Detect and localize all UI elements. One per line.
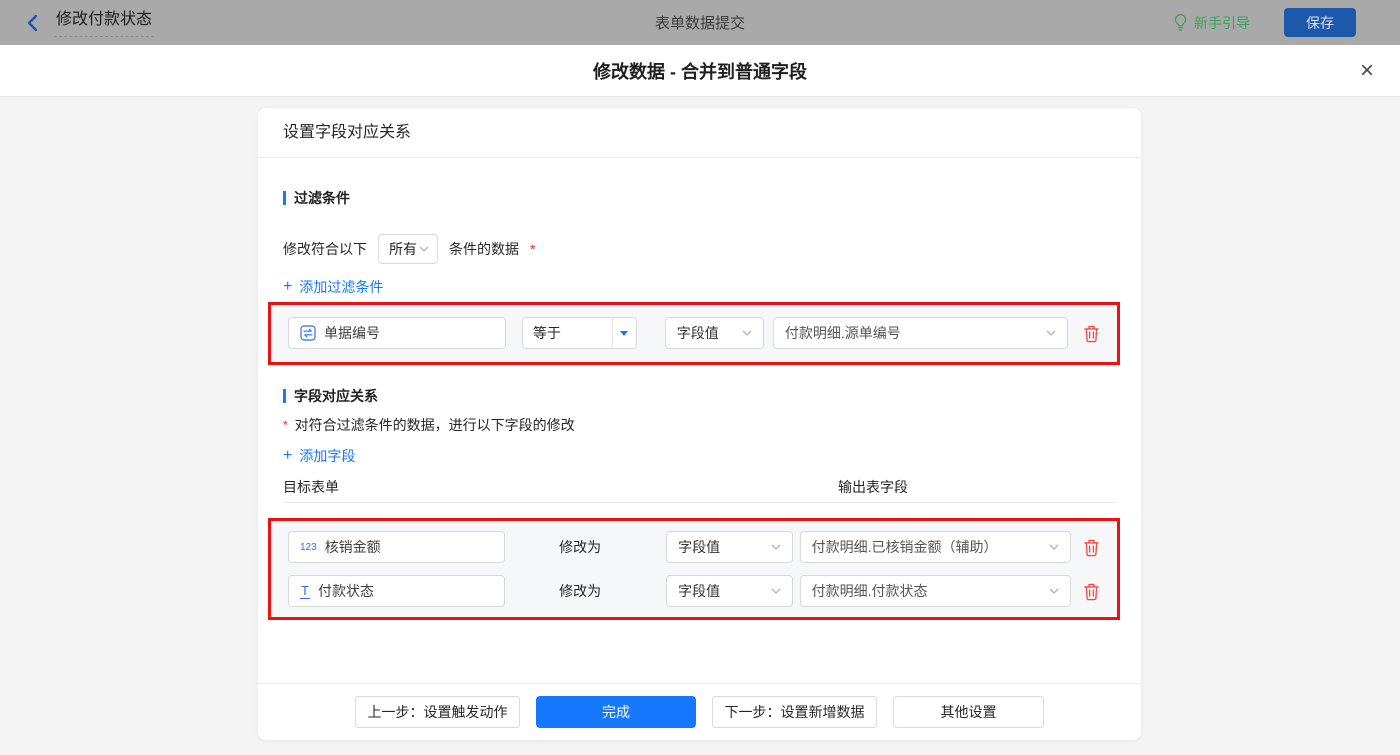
required-mark: * — [530, 241, 536, 257]
mode-suffix-label: 条件的数据 — [449, 241, 519, 257]
operator-select[interactable]: 等于 — [521, 317, 637, 349]
number-field-icon: 123 — [300, 541, 317, 553]
card-footer: 上一步：设置触发动作 完成 下一步：设置新增数据 其他设置 — [258, 683, 1141, 740]
output-field-select[interactable]: 付款明细.已核销金额（辅助） — [799, 531, 1071, 563]
target-form-column-header: 目标表单 — [283, 479, 339, 495]
chevron-down-icon — [771, 544, 781, 550]
filter-field-box[interactable]: 单据编号 — [288, 317, 506, 349]
add-field-link[interactable]: + 添加字段 — [283, 446, 355, 466]
value-field-select[interactable]: 付款明细.源单编号 — [772, 317, 1068, 349]
dialog-body: 设置字段对应关系 过滤条件 修改符合以下 所有 条件的数据 * + 添加过滤条件 — [0, 97, 1400, 755]
card-title: 设置字段对应关系 — [258, 108, 1141, 158]
serial-number-field-icon — [300, 325, 316, 341]
value-type-select[interactable]: 字段值 — [666, 575, 793, 607]
next-step-button[interactable]: 下一步：设置新增数据 — [712, 696, 877, 728]
mapping-note: * 对符合过滤条件的数据，进行以下字段的修改 — [283, 417, 575, 433]
delete-row-button[interactable] — [1083, 538, 1100, 557]
back-icon[interactable] — [24, 13, 40, 33]
mode-prefix-label: 修改符合以下 — [283, 241, 367, 257]
chevron-down-icon — [771, 588, 781, 594]
filter-mode-row: 修改符合以下 所有 条件的数据 * — [283, 234, 1116, 264]
done-button[interactable]: 完成 — [536, 696, 696, 728]
chevron-down-icon — [742, 330, 752, 336]
section-accent-bar — [283, 389, 286, 403]
filter-section-title: 过滤条件 — [283, 188, 1116, 208]
delete-row-button[interactable] — [1083, 582, 1100, 601]
filter-mode-select[interactable]: 所有 — [378, 234, 438, 264]
divider — [283, 502, 1116, 503]
beginner-guide-link[interactable]: 新手引导 — [1173, 13, 1250, 33]
chevron-down-icon — [1046, 330, 1056, 336]
chevron-down-icon — [1049, 544, 1059, 550]
mapping-column-headers: 目标表单 输出表字段 — [283, 477, 1116, 497]
annotation-box-mapping: 123 核销金额 修改为 字段值 付款明细.已核销金额（辅助） T 付款状态 修… — [268, 518, 1120, 620]
filter-condition-row: 单据编号 等于 字段值 付款明细.源单编号 — [288, 317, 1100, 349]
modify-to-label: 修改为 — [559, 539, 602, 555]
mapping-row: 123 核销金额 修改为 字段值 付款明细.已核销金额（辅助） — [288, 531, 1100, 563]
chevron-down-icon — [1049, 588, 1059, 594]
close-icon[interactable]: × — [1360, 59, 1374, 83]
required-mark: * — [283, 418, 288, 432]
other-settings-button[interactable]: 其他设置 — [893, 696, 1044, 728]
plus-icon: + — [283, 278, 293, 295]
dialog-title: 修改数据 - 合并到普通字段 — [593, 61, 807, 82]
mapping-row: T 付款状态 修改为 字段值 付款明细.付款状态 — [288, 575, 1100, 607]
modify-to-label: 修改为 — [559, 583, 602, 599]
output-field-select[interactable]: 付款明细.付款状态 — [799, 575, 1071, 607]
trash-icon — [1084, 325, 1099, 342]
mapping-section-title: 字段对应关系 — [283, 386, 1116, 406]
section-accent-bar — [283, 191, 286, 205]
mapping-settings-card: 设置字段对应关系 过滤条件 修改符合以下 所有 条件的数据 * + 添加过滤条件 — [258, 108, 1141, 740]
caret-down-icon — [620, 330, 629, 336]
target-field-box[interactable]: 123 核销金额 — [288, 531, 506, 563]
trash-icon — [1084, 539, 1099, 556]
workflow-title[interactable]: 修改付款状态 — [54, 9, 155, 37]
value-type-select[interactable]: 字段值 — [664, 317, 764, 349]
lightbulb-icon — [1174, 14, 1187, 31]
top-bar: 修改付款状态 表单数据提交 新手引导 保存 — [0, 0, 1400, 45]
prev-step-button[interactable]: 上一步：设置触发动作 — [355, 696, 520, 728]
plus-icon: + — [283, 447, 293, 464]
chevron-down-icon — [419, 246, 429, 252]
trash-icon — [1084, 583, 1099, 600]
add-filter-condition-link[interactable]: + 添加过滤条件 — [283, 277, 383, 297]
output-field-column-header: 输出表字段 — [838, 479, 908, 495]
dialog-header: 修改数据 - 合并到普通字段 × — [0, 45, 1400, 97]
target-field-box[interactable]: T 付款状态 — [288, 575, 506, 607]
delete-condition-button[interactable] — [1083, 324, 1100, 343]
text-field-icon: T — [300, 582, 310, 599]
save-button[interactable]: 保存 — [1284, 8, 1356, 37]
value-type-select[interactable]: 字段值 — [666, 531, 793, 563]
annotation-box-filter: 单据编号 等于 字段值 付款明细.源单编号 — [268, 302, 1120, 365]
card-body: 过滤条件 修改符合以下 所有 条件的数据 * + 添加过滤条件 单据编号 等于 … — [258, 158, 1141, 683]
